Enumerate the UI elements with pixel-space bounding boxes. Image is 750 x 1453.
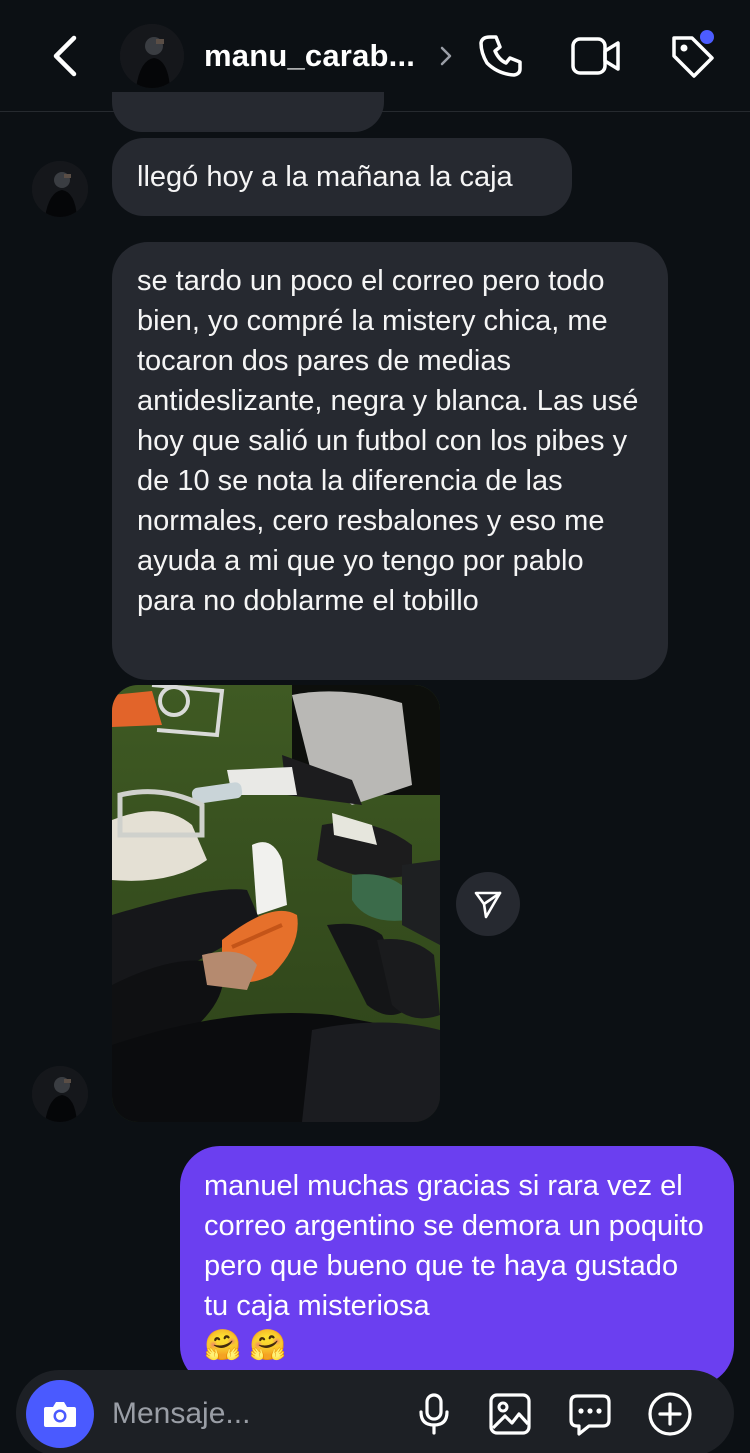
message-composer — [16, 1370, 734, 1453]
image-icon — [489, 1393, 531, 1435]
gallery-button[interactable] — [484, 1388, 536, 1440]
contact-avatar[interactable] — [120, 24, 184, 88]
camera-icon — [44, 1402, 76, 1427]
tag-button[interactable] — [664, 30, 720, 82]
contact-username[interactable]: manu_carab... — [204, 38, 415, 74]
notification-dot — [700, 30, 714, 44]
sticker-icon — [569, 1394, 611, 1436]
shared-photo[interactable] — [112, 685, 440, 1122]
video-camera-icon — [571, 37, 620, 75]
sticker-button[interactable] — [564, 1388, 616, 1440]
received-message[interactable]: se tardo un poco el correo pero todo bie… — [112, 242, 668, 680]
sent-message[interactable]: manuel muchas gracias si rara vez el cor… — [180, 1146, 734, 1386]
camera-button[interactable] — [26, 1380, 94, 1448]
microphone-icon — [419, 1393, 449, 1435]
voice-message-button[interactable] — [408, 1388, 460, 1440]
chevron-left-icon — [53, 35, 77, 77]
previous-message-bubble — [112, 92, 384, 132]
plus-circle-icon — [648, 1392, 692, 1436]
sender-avatar[interactable] — [32, 161, 88, 217]
send-arrow-icon — [474, 891, 502, 919]
hugging-face-emoji: 🤗 — [249, 1329, 287, 1362]
back-button[interactable] — [44, 32, 84, 80]
share-photo-button[interactable] — [456, 872, 520, 936]
received-message[interactable]: llegó hoy a la mañana la caja — [112, 138, 572, 216]
video-call-button[interactable] — [568, 30, 624, 82]
hugging-face-emoji: 🤗 — [204, 1329, 242, 1362]
chevron-right-icon[interactable] — [438, 44, 454, 68]
sent-message-text: manuel muchas gracias si rara vez el cor… — [204, 1170, 704, 1322]
message-input[interactable] — [112, 1394, 362, 1434]
more-options-button[interactable] — [644, 1388, 696, 1440]
audio-call-button[interactable] — [472, 30, 528, 82]
sender-avatar[interactable] — [32, 1066, 88, 1122]
phone-icon — [479, 35, 522, 77]
